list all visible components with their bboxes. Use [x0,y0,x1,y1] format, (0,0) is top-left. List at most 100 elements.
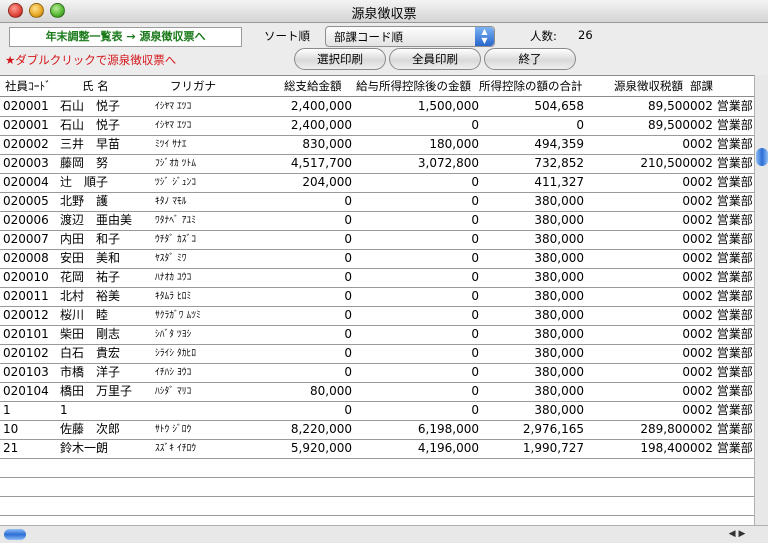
scroll-left-arrow-icon[interactable]: ◀ [729,529,736,539]
table-row[interactable]: 020001 石山 悦子 ｲｼﾔﾏ ｴﾂｺ 2,400,000 0 0 89,500 002 … [0,116,754,136]
cell-name: 鈴木一朗 [60,441,109,455]
employee-table[interactable]: 社員ｺｰﾄﾞ 氏 名 フリガナ 総支給金額 給与所得控除後の金額 所得控除の額の… [0,75,754,526]
headcount-label: 人数: [530,29,557,43]
cell-income-after-deduction: 0 [471,365,479,379]
cell-gross-pay: 8,220,000 [290,422,352,436]
cell-furigana: ﾐﾂｲ ｻﾅｴ [155,139,187,150]
table-row[interactable]: 020104 橋田 万里子 ﾊｼﾀﾞ ﾏﾘｺ 80,000 0 380,000 0 002 営… [0,382,754,402]
table-row[interactable]: 10 佐藤 次郎 ｻﾄｳ ｼﾞﾛｳ 8,220,000 6,198,000 2,976,1… [0,420,754,440]
column-header-employee-code[interactable]: 社員ｺｰﾄﾞ [5,76,60,96]
cell-name: 石山 悦子 [60,118,121,132]
horizontal-scroll-thumb[interactable] [4,529,26,540]
cell-furigana: ｲｼﾔﾏ ｴﾂｺ [155,101,192,112]
column-header-total-deductions[interactable]: 所得控除の額の合計 [479,76,587,96]
window-title: 源泉徴収票 [351,7,417,22]
cell-furigana: ｼﾗｲｼ ﾀｶﾋﾛ [155,348,197,359]
cell-furigana: ｲﾁﾊｼ ﾖｳｺ [155,367,192,378]
cell-furigana: ｲｼﾔﾏ ｴﾂｺ [155,120,192,131]
cell-furigana: ｼﾊﾞﾀ ﾂﾖｼ [155,329,192,340]
table-row[interactable]: 020102 白石 貴宏 ｼﾗｲｼ ﾀｶﾋﾛ 0 0 380,000 0 002 営業部 [0,344,754,364]
cell-withholding-tax: 0 [682,289,690,303]
column-header-department[interactable]: 部課 [690,76,730,96]
cell-name: 石山 悦子 [60,99,121,113]
table-row[interactable]: 020004 辻 順子 ﾂｼﾞ ｼﾞｭﾝｺ 204,000 0 411,327 0 002 営… [0,173,754,193]
cell-income-after-deduction: 6,198,000 [417,422,479,436]
scroll-arrow-buttons[interactable]: ◀ ▶ [720,525,754,543]
cell-withholding-tax: 0 [682,270,690,284]
table-row[interactable]: 020003 藤岡 努ﾌｼﾞｵｶ ﾂﾄﾑ 4,517,700 3,072,800 732… [0,154,754,174]
cell-withholding-tax: 0 [682,384,690,398]
table-row[interactable]: 020007 内田 和子 ｳﾁﾀﾞ ｶｽﾞｺ 0 0 380,000 0 002 営業部 [0,230,754,250]
column-header-gross-pay[interactable]: 総支給金額 [284,76,350,96]
scroll-right-arrow-icon[interactable]: ▶ [738,529,745,539]
column-header-income-after-deduction[interactable]: 給与所得控除後の金額 [356,76,478,96]
cell-department: 002 営業部 [690,175,753,189]
vertical-scroll-thumb[interactable] [756,148,768,166]
cell-name: 三井 早苗 [60,137,121,151]
nav-link-to-withholding-slip[interactable]: 年末調整一覧表 → 源泉徴収票へ [9,27,242,47]
cell-total-deductions: 380,000 [534,213,584,227]
exit-button[interactable]: 終了 [484,48,576,70]
table-row[interactable]: 020010 花岡 祐子 ﾊﾅｵｶ ﾕｳｺ 0 0 380,000 0 002 営業部 [0,268,754,288]
cell-furigana: ｻﾄｳ ｼﾞﾛｳ [155,424,192,435]
cell-name: 北野 護 [60,194,109,208]
all-print-button[interactable]: 全員印刷 [389,48,481,70]
table-row[interactable]: 020005 北野 護ｷﾀﾉ ﾏﾓﾙ 0 0 380,000 0 002 営業部 [0,192,754,212]
resize-corner[interactable] [754,525,768,543]
cell-department: 002 営業部 [690,156,753,170]
cell-income-after-deduction: 0 [471,251,479,265]
cell-income-after-deduction: 4,196,000 [417,441,479,455]
cell-total-deductions: 380,000 [534,384,584,398]
cell-total-deductions: 380,000 [534,308,584,322]
sort-order-select[interactable]: 部課コード順 ▲ ▼ [325,26,495,47]
cell-withholding-tax: 89,500 [648,99,690,113]
cell-gross-pay: 2,400,000 [290,99,352,113]
column-header-withholding-tax[interactable]: 源泉徴収税額 [614,76,688,96]
cell-name: 辻 順子 [60,175,109,189]
window-titlebar: 源泉徴収票 [0,0,768,23]
table-row[interactable]: 020002 三井 早苗 ﾐﾂｲ ｻﾅｴ 830,000 180,000 494,359 0… [0,135,754,155]
cell-gross-pay: 0 [344,270,352,284]
sort-order-value: 部課コード順 [334,30,403,44]
cell-name: 柴田 剛志 [60,327,121,341]
column-header-furigana[interactable]: フリガナ [170,76,240,96]
cell-department: 002 営業部 [690,232,753,246]
vertical-scrollbar[interactable] [754,75,768,525]
cell-furigana: ｽｽﾞｷ ｲﾁﾛｳ [155,443,197,454]
cell-total-deductions: 380,000 [534,194,584,208]
cell-total-deductions: 411,327 [534,175,584,189]
up-down-arrows-icon: ▲ ▼ [475,27,494,46]
table-row[interactable]: 020103 市橋 洋子 ｲﾁﾊｼ ﾖｳｺ 0 0 380,000 0 002 営業部 [0,363,754,383]
horizontal-scrollbar[interactable] [0,525,720,543]
table-row[interactable]: 020011 北村 裕美 ｷﾀﾑﾗ ﾋﾛﾐ 0 0 380,000 0 002 営業部 [0,287,754,307]
table-row[interactable]: 21 鈴木一朗 ｽｽﾞｷ ｲﾁﾛｳ 5,920,000 4,196,000 1,990,7… [0,439,754,459]
table-row[interactable]: 020008 安田 美和 ﾔｽﾀﾞ ﾐﾜ 0 0 380,000 0 002 営業部 [0,249,754,269]
cell-gross-pay: 0 [344,403,352,417]
cell-gross-pay: 0 [344,232,352,246]
cell-gross-pay: 204,000 [302,175,352,189]
cell-furigana: ｷﾀﾑﾗ ﾋﾛﾐ [155,291,192,302]
cell-furigana: ﾊﾅｵｶ ﾕｳｺ [155,272,192,283]
table-row[interactable]: 020012 桜川 睦ｻｸﾗｶﾞﾜ ﾑﾂﾐ 0 0 380,000 0 002 営業部 [0,306,754,326]
table-row[interactable]: 1 1 0 0 380,000 0 002 営業部 [0,401,754,421]
table-row[interactable]: 020101 柴田 剛志 ｼﾊﾞﾀ ﾂﾖｼ 0 0 380,000 0 002 営業部 [0,325,754,345]
table-row[interactable]: 020006 渡辺 亜由美 ﾜﾀﾅﾍﾞ ｱﾕﾐ 0 0 380,000 0 002 営業部 [0,211,754,231]
table-row[interactable]: 020001 石山 悦子 ｲｼﾔﾏ ｴﾂｺ 2,400,000 1,500,000 504… [0,97,754,117]
empty-table-row [0,496,754,516]
cell-furigana: ｷﾀﾉ ﾏﾓﾙ [155,196,187,207]
cell-gross-pay: 80,000 [310,384,352,398]
cell-withholding-tax: 0 [682,327,690,341]
column-header-name[interactable]: 氏 名 [82,76,132,96]
cell-withholding-tax: 0 [682,194,690,208]
cell-income-after-deduction: 0 [471,346,479,360]
cell-name: 渡辺 亜由美 [60,213,133,227]
cell-total-deductions: 380,000 [534,327,584,341]
cell-department: 002 営業部 [690,118,753,132]
cell-name: 安田 美和 [60,251,121,265]
cell-total-deductions: 1,990,727 [522,441,584,455]
cell-total-deductions: 380,000 [534,346,584,360]
select-print-button[interactable]: 選択印刷 [294,48,386,70]
cell-furigana: ﾌｼﾞｵｶ ﾂﾄﾑ [155,158,197,169]
cell-total-deductions: 380,000 [534,270,584,284]
cell-name: 桜川 睦 [60,308,109,322]
